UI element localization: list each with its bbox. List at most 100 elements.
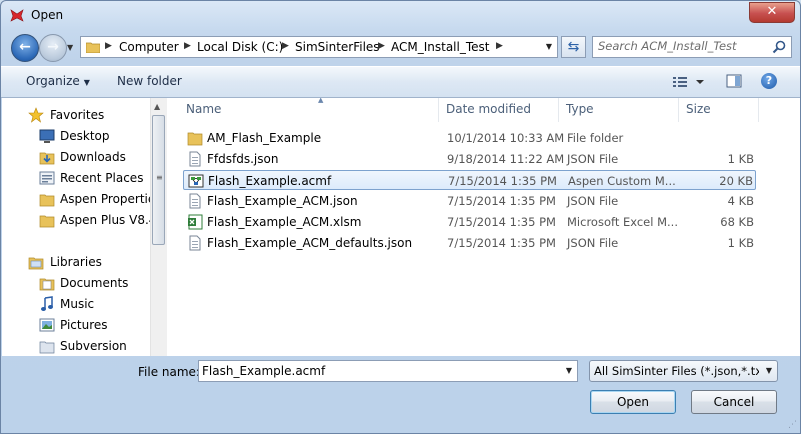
chevron-down-icon: ▼	[765, 366, 772, 375]
sidebar-item-label: Documents	[60, 276, 129, 290]
file-name: Flash_Example_ACM.json	[207, 194, 358, 208]
music-icon	[41, 296, 53, 311]
recent-places-icon	[39, 171, 55, 185]
file-name-combobox[interactable]: ▼	[198, 360, 578, 382]
search-icon[interactable]	[772, 40, 786, 54]
resize-grip-icon[interactable]: ⋰	[788, 420, 797, 430]
file-size: 1 KB	[727, 152, 754, 166]
help-icon[interactable]: ?	[761, 73, 777, 89]
breadcrumb-local-disk[interactable]: Local Disk (C:)	[197, 40, 283, 54]
file-size: 20 KB	[719, 174, 753, 188]
pictures-icon	[39, 318, 55, 332]
file-name-input[interactable]	[202, 364, 552, 378]
title-bar[interactable]: Open ✕	[1, 1, 800, 29]
sidebar-item-label: Music	[60, 297, 95, 311]
grip-icon: ≡	[156, 173, 163, 182]
file-name: Flash_Example_ACM.xlsm	[207, 215, 362, 229]
change-view-button[interactable]	[671, 74, 711, 90]
address-bar[interactable]: ▶ Computer ▶ Local Disk (C:) ▶ SimSinter…	[80, 36, 558, 58]
column-header-name[interactable]: ▲ Name	[179, 98, 439, 122]
navigation-pane-scrollbar[interactable]: ▲ ≡	[150, 98, 167, 356]
file-type: File folder	[567, 131, 624, 145]
recent-pages-dropdown-icon[interactable]: ▼	[67, 43, 73, 52]
file-row[interactable]: AM_Flash_Example 10/1/2014 10:33 AM File…	[183, 128, 756, 148]
file-name: Ffdsfds.json	[207, 152, 279, 166]
file-size: 4 KB	[727, 194, 754, 208]
chevron-down-icon[interactable]: ▼	[546, 42, 552, 51]
sidebar-item-aspen-properties[interactable]: Aspen Properties	[2, 190, 150, 210]
file-row-selected[interactable]: Flash_Example.acmf 7/15/2014 1:35 PM Asp…	[183, 170, 756, 190]
file-date: 10/1/2014 10:33 AM	[447, 131, 565, 145]
sidebar-item-libraries[interactable]: Libraries	[2, 253, 150, 273]
documents-icon	[39, 278, 55, 291]
sidebar-item-desktop[interactable]: Desktop	[2, 127, 150, 147]
navigation-pane[interactable]: Favorites Desktop Downloads Recent Place…	[2, 98, 150, 356]
open-button[interactable]: Open	[590, 390, 676, 414]
file-row[interactable]: Flash_Example_ACM_defaults.json 7/15/201…	[183, 233, 756, 253]
forward-button[interactable]: →	[39, 34, 67, 62]
new-folder-button[interactable]: New folder	[117, 74, 182, 88]
refresh-button[interactable]: ⇆	[561, 36, 586, 58]
sidebar-item-downloads[interactable]: Downloads	[2, 148, 150, 168]
scroll-up-icon[interactable]: ▲	[154, 102, 160, 111]
organize-label: Organize	[26, 74, 80, 88]
file-date: 7/15/2014 1:35 PM	[447, 215, 556, 229]
sidebar-item-label: Libraries	[50, 255, 102, 269]
sidebar-item-label: Aspen Plus V8.4 F	[60, 213, 150, 227]
column-header-type[interactable]: Type	[559, 98, 679, 122]
file-type: JSON File	[567, 236, 619, 250]
file-date: 7/15/2014 1:35 PM	[447, 194, 556, 208]
sidebar-item-pictures[interactable]: Pictures	[2, 316, 150, 336]
chevron-down-icon: ▼	[83, 78, 90, 87]
refresh-icon: ⇆	[567, 39, 580, 55]
desktop-icon	[39, 129, 55, 143]
breadcrumb-separator-icon[interactable]: ▶	[378, 41, 385, 51]
search-input[interactable]	[598, 39, 768, 53]
close-button[interactable]: ✕	[749, 2, 795, 23]
breadcrumb-separator-icon[interactable]: ▶	[105, 41, 112, 51]
file-size: 68 KB	[720, 215, 754, 229]
document-icon	[189, 193, 201, 209]
breadcrumb-acm-install-test[interactable]: ACM_Install_Test	[391, 40, 489, 54]
file-date: 7/15/2014 1:35 PM	[447, 236, 556, 250]
file-date: 7/15/2014 1:35 PM	[448, 174, 557, 188]
file-row[interactable]: Flash_Example_ACM.json 7/15/2014 1:35 PM…	[183, 191, 756, 211]
column-header-size[interactable]: Size	[679, 98, 759, 122]
folder-icon	[39, 194, 55, 207]
file-type: Aspen Custom M...	[568, 174, 676, 188]
scrollbar-thumb[interactable]: ≡	[152, 115, 165, 245]
organize-button[interactable]: Organize ▼	[26, 74, 90, 88]
column-header-label: Name	[186, 102, 222, 116]
breadcrumb-separator-icon[interactable]: ▶	[496, 41, 503, 51]
sidebar-item-recent-places[interactable]: Recent Places	[2, 169, 150, 189]
sidebar-item-label: Favorites	[50, 108, 105, 122]
chevron-down-icon[interactable]: ▼	[566, 366, 572, 375]
file-row[interactable]: Ffdsfds.json 9/18/2014 11:22 AM JSON Fil…	[183, 149, 756, 169]
file-type-filter[interactable]: All SimSinter Files (*.json,*.txt,*. ▼	[589, 360, 778, 382]
breadcrumb-simsinterfiles[interactable]: SimSinterFiles	[295, 40, 380, 54]
command-bar: Organize ▼ New folder ?	[1, 66, 800, 98]
sidebar-item-documents[interactable]: Documents	[2, 274, 150, 294]
file-type: JSON File	[567, 194, 619, 208]
sidebar-item-favorites[interactable]: Favorites	[2, 106, 150, 126]
breadcrumb-computer[interactable]: Computer	[119, 40, 179, 54]
back-button[interactable]: ←	[11, 34, 39, 62]
file-type-filter-value: All SimSinter Files (*.json,*.txt,*.	[594, 364, 759, 378]
sidebar-item-aspen-plus[interactable]: Aspen Plus V8.4 F	[2, 211, 150, 231]
file-type: JSON File	[567, 152, 619, 166]
file-list[interactable]: ▲ Name Date modified Type Size AM_Flash_…	[167, 98, 800, 356]
sidebar-item-subversion[interactable]: Subversion	[2, 337, 150, 356]
sidebar-item-music[interactable]: Music	[2, 295, 150, 315]
sidebar-item-label: Downloads	[60, 150, 126, 164]
breadcrumb-separator-icon[interactable]: ▶	[282, 41, 289, 51]
cancel-button[interactable]: Cancel	[691, 390, 777, 414]
libraries-icon	[28, 257, 44, 270]
star-icon	[28, 107, 44, 123]
sidebar-item-label: Aspen Properties	[60, 192, 150, 206]
document-icon	[189, 235, 201, 251]
search-box[interactable]	[592, 36, 792, 58]
file-row[interactable]: Flash_Example_ACM.xlsm 7/15/2014 1:35 PM…	[183, 212, 756, 232]
breadcrumb-separator-icon[interactable]: ▶	[184, 41, 191, 51]
column-header-date-modified[interactable]: Date modified	[439, 98, 559, 122]
preview-pane-icon[interactable]	[726, 73, 742, 89]
